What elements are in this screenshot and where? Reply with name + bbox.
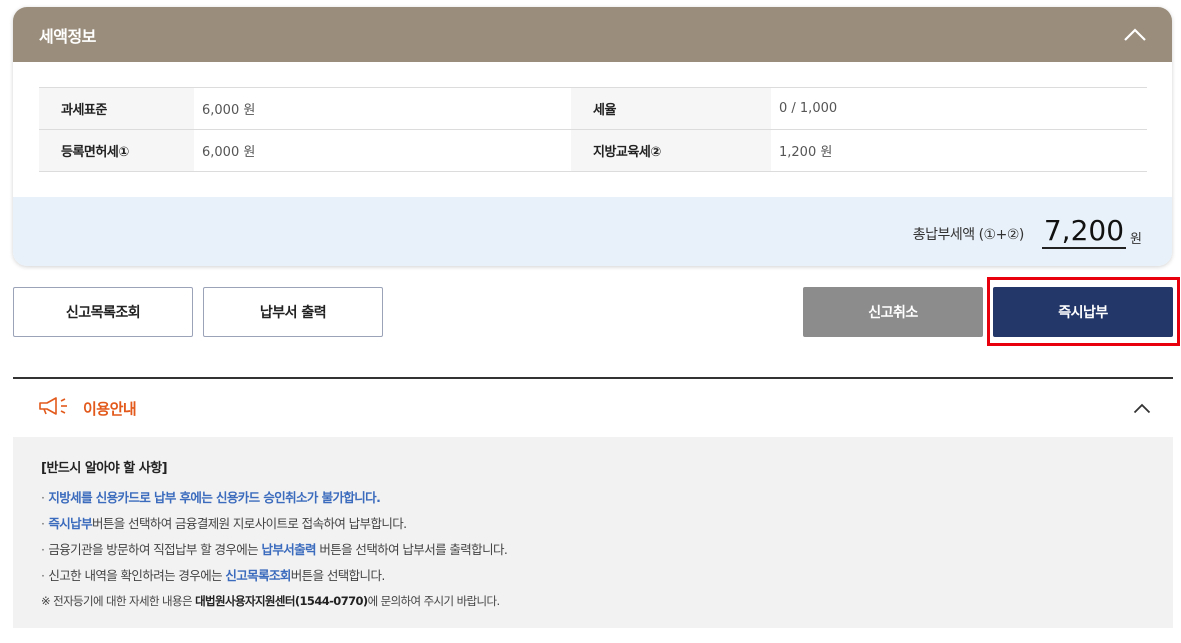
chevron-up-icon[interactable] <box>1133 399 1151 418</box>
education-tax-label: 지방교육세② <box>571 129 771 172</box>
guide-title: 이용안내 <box>83 399 137 418</box>
education-tax-value: 1,200 원 <box>771 129 1147 172</box>
registration-tax-value: 6,000 원 <box>194 129 571 172</box>
taxable-base-value: 6,000 원 <box>194 87 571 130</box>
guide-item-text: 지방세를 신용카드로 납부 후에는 신용카드 승인취소가 불가합니다. <box>48 490 381 505</box>
guide-body: [반드시 알아야 할 사항] · 지방세를 신용카드로 납부 후에는 신용카드 승… <box>13 437 1173 628</box>
report-list-button[interactable]: 신고목록조회 <box>13 287 193 337</box>
guide-note-text: 에 문의하여 주시기 바랍니다. <box>367 594 501 608</box>
taxable-base-label: 과세표준 <box>39 87 194 130</box>
guide-title-wrap: 이용안내 <box>37 396 137 420</box>
highlight-annotation-box <box>987 277 1180 346</box>
chevron-up-icon[interactable] <box>1122 22 1148 48</box>
guide-note-text: ※ 전자등기에 대한 자세한 내용은 <box>41 594 196 608</box>
guide-item: · 금융기관을 방문하여 직접납부 할 경우에는 납부서출력 버튼을 선택하여 납… <box>41 542 508 557</box>
table-row: 등록면허세① 6,000 원 지방교육세② 1,200 원 <box>39 129 1147 172</box>
tax-info-header[interactable]: 세액정보 <box>13 7 1172 62</box>
guide-item-text: 금융기관을 방문하여 직접납부 할 경우에는 <box>48 542 262 557</box>
total-tax-amount: 7,200 <box>1041 213 1127 249</box>
guide-highlight-report-list: 신고목록조회 <box>225 568 291 583</box>
guide-item-text: 버튼을 선택합니다. <box>290 568 386 583</box>
guide-item: · 즉시납부버튼을 선택하여 금융결제원 지로사이트로 접속하여 납부합니다. <box>41 516 407 531</box>
tax-info-panel: 세액정보 과세표준 6,000 원 세율 0 / 1,000 등록면허세① 6,… <box>13 7 1172 266</box>
total-tax-unit: 원 <box>1130 232 1142 247</box>
guide-item: · 신고한 내역을 확인하려는 경우에는 신고목록조회버튼을 선택합니다. <box>41 568 386 583</box>
print-bill-button[interactable]: 납부서 출력 <box>203 287 383 337</box>
tax-info-table: 과세표준 6,000 원 세율 0 / 1,000 등록면허세① 6,000 원… <box>39 87 1147 172</box>
table-row: 과세표준 6,000 원 세율 0 / 1,000 <box>39 87 1147 130</box>
support-center-contact: 대법원사용자지원센터(1544-0770) <box>195 594 368 608</box>
guide-note: ※ 전자등기에 대한 자세한 내용은 대법원사용자지원센터(1544-0770)… <box>41 593 1173 609</box>
registration-tax-label: 등록면허세① <box>39 129 194 172</box>
guide-highlight-print-bill: 납부서출력 <box>261 542 316 557</box>
guide-header[interactable]: 이용안내 <box>13 379 1173 437</box>
tax-rate-value: 0 / 1,000 <box>771 87 1147 130</box>
guide-item-text: 버튼을 선택하여 금융결제원 지로사이트로 접속하여 납부합니다. <box>91 516 407 531</box>
tax-rate-label: 세율 <box>571 87 771 130</box>
tax-info-title: 세액정보 <box>39 26 96 46</box>
total-tax-label: 총납부세액 (①+②) <box>912 226 1025 243</box>
guide-item-text: 신고한 내역을 확인하려는 경우에는 <box>48 568 226 583</box>
megaphone-icon <box>37 396 75 420</box>
guide-item-text: 버튼을 선택하여 납부서를 출력합니다. <box>315 542 508 557</box>
guide-highlight-pay-now: 즉시납부 <box>48 516 92 531</box>
guide-heading: [반드시 알아야 할 사항] <box>41 461 168 476</box>
cancel-report-button[interactable]: 신고취소 <box>803 287 983 337</box>
guide-item: · 지방세를 신용카드로 납부 후에는 신용카드 승인취소가 불가합니다. <box>41 490 381 505</box>
total-tax-bar: 총납부세액 (①+②) 7,200 원 <box>13 197 1172 266</box>
